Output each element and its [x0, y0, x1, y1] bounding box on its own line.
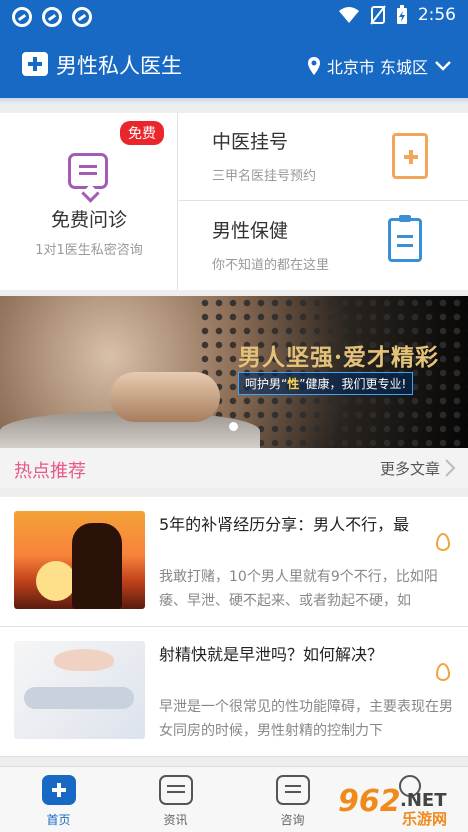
article-item[interactable]: 射精快就是早泄吗？如何解决？ 早泄是一个很常见的性功能障碍，主要表现在男女同房的… — [0, 627, 468, 757]
tab-home-label: 首页 — [46, 813, 71, 827]
more-articles-link[interactable]: 更多文章 — [380, 458, 440, 479]
male-health-card[interactable]: 男性保健 你不知道的都在这里 — [179, 202, 468, 290]
banner-photo-hands — [110, 372, 220, 422]
thumbnail-figure — [54, 649, 114, 671]
thumbnail-couple — [72, 523, 122, 609]
tab-news-label: 资讯 — [163, 813, 188, 827]
free-consult-card[interactable]: 免费 免费问诊 1对1医生私密咨询 — [0, 113, 178, 290]
article-title: 射精快就是早泄吗？如何解决？ — [159, 645, 384, 664]
no-sim-icon — [370, 5, 386, 25]
banner-tagline-post: ”健康，我们更专业! — [299, 377, 407, 391]
tab-home[interactable]: 首页 — [0, 767, 117, 832]
consult-chat-icon — [68, 153, 108, 189]
location-label: 北京市 东城区 — [326, 58, 428, 77]
tab-news[interactable]: 资讯 — [117, 767, 234, 832]
article-title: 5年的补肾经历分享：男人不行，最 — [159, 515, 410, 534]
site-watermark: 962 .NET 乐游网 — [338, 784, 462, 828]
news-icon — [159, 775, 193, 805]
article-thumbnail — [14, 641, 145, 739]
tab-consult[interactable]: 咨询 — [234, 767, 351, 832]
banner-tagline: 呵护男“性”健康，我们更专业! — [238, 372, 414, 395]
hot-section-header: 热点推荐 更多文章 — [0, 448, 468, 488]
location-pin-icon — [307, 57, 320, 75]
notification-icons — [12, 7, 92, 27]
chevron-down-icon — [435, 61, 451, 71]
carousel-indicator[interactable] — [229, 422, 238, 431]
male-health-subtitle: 你不知道的都在这里 — [212, 258, 330, 273]
free-consult-subtitle: 1对1医生私密咨询 — [35, 243, 143, 258]
sync-icon — [72, 7, 92, 27]
medical-book-icon — [392, 133, 428, 179]
location-selector[interactable]: 北京市 东城区 — [307, 54, 452, 78]
thumbnail-sun — [36, 561, 76, 601]
banner-tagline-pre: 呵护男“ — [245, 377, 288, 391]
home-icon — [42, 775, 76, 805]
banner-tagline-highlight: 性 — [287, 377, 300, 391]
status-bar: 2:56 — [0, 0, 468, 34]
status-time: 2:56 — [417, 5, 456, 25]
tcm-registration-card[interactable]: 中医挂号 三甲名医挂号预约 — [179, 113, 468, 201]
tcm-registration-title: 中医挂号 — [212, 131, 289, 153]
hot-flame-icon — [436, 663, 450, 681]
tcm-registration-subtitle: 三甲名医挂号预约 — [212, 169, 317, 184]
hot-section-title: 热点推荐 — [14, 461, 86, 482]
chat-icon — [276, 775, 310, 805]
medical-kit-icon — [22, 52, 48, 76]
app-title: 男性私人医生 — [56, 54, 182, 78]
app-bar-shadow — [0, 98, 468, 104]
sync-icon — [42, 7, 62, 27]
app-bar: 男性私人医生 北京市 东城区 — [0, 34, 468, 98]
battery-icon — [396, 5, 407, 24]
tab-consult-label: 咨询 — [280, 813, 305, 827]
clipboard-icon — [388, 215, 422, 262]
article-excerpt: 我敢打赌，10个男人里就有9个不行，比如阳痿、早泄、硬不起来、或者勃起不硬，如 — [159, 569, 438, 609]
article-excerpt: 早泄是一个很常见的性功能障碍，主要表现在男女同房的时候，男性射精的控制力下 — [159, 699, 453, 739]
wifi-icon — [338, 7, 359, 23]
banner-headline: 男人坚强·爱才精彩 — [238, 344, 440, 371]
article-item[interactable]: 5年的补肾经历分享：男人不行，最 我敢打赌，10个男人里就有9个不行，比如阳痿、… — [0, 497, 468, 627]
chevron-right-icon — [445, 459, 456, 477]
watermark-cn: 乐游网 — [402, 810, 448, 828]
free-badge: 免费 — [120, 121, 164, 145]
thumbnail-figure — [24, 687, 134, 709]
service-panel: 免费 免费问诊 1对1医生私密咨询 中医挂号 三甲名医挂号预约 男性保健 你不知… — [0, 113, 468, 290]
promo-banner[interactable]: 男人坚强·爱才精彩 呵护男“性”健康，我们更专业! — [0, 296, 468, 448]
article-thumbnail — [14, 511, 145, 609]
free-consult-title: 免费问诊 — [50, 209, 127, 231]
watermark-brand: 962 — [338, 784, 401, 819]
male-health-title: 男性保健 — [212, 220, 289, 242]
sync-icon — [12, 7, 32, 27]
hot-flame-icon — [436, 533, 450, 551]
